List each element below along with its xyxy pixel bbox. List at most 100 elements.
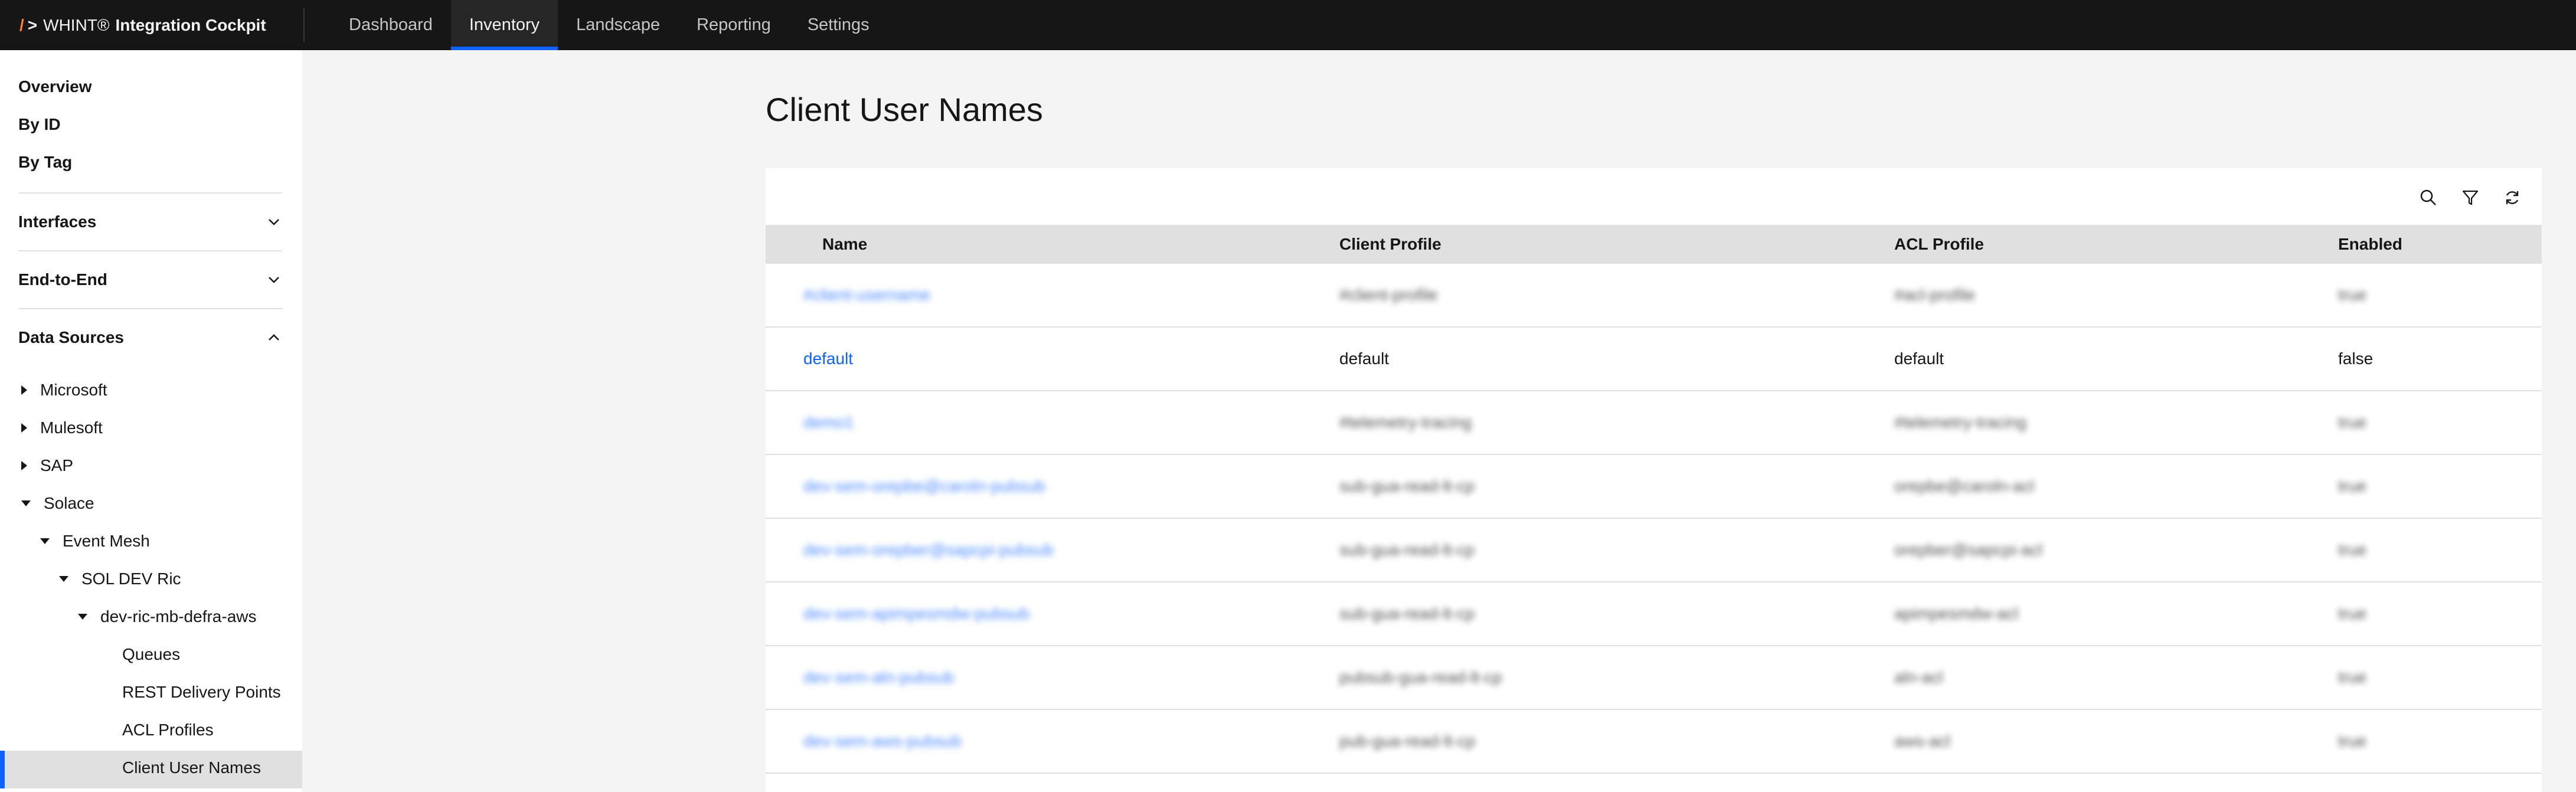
table-row[interactable]: default default default false <box>766 328 2542 391</box>
sidebar-link-by-tag[interactable]: By Tag <box>18 153 72 172</box>
brand-gt: > <box>27 15 38 34</box>
table-row[interactable]: dev-sem-orepber@sapcpi-pubsub sub-gua-re… <box>766 519 2542 582</box>
table-row[interactable]: #client-username #client-profile #acl-pr… <box>766 264 2542 328</box>
cell-acl-profile: apimpesmdw-acl <box>1894 604 2019 623</box>
tree-item-mulesoft[interactable]: Mulesoft <box>21 418 103 437</box>
sidebar-link-by-id[interactable]: By ID <box>18 115 61 134</box>
cell-name-link[interactable]: default <box>803 349 853 368</box>
tree-item-label: Event Mesh <box>63 532 150 550</box>
tree-item-label: Mulesoft <box>40 418 103 437</box>
tree-item-label: REST Delivery Points <box>122 683 281 701</box>
cell-client-profile: pub-gua-read-lt-cp <box>1339 732 1476 750</box>
tree-item-sol-dev-ric[interactable]: SOL DEV Ric <box>59 570 181 588</box>
cell-acl-profile: orepber@sapcpi-acl <box>1894 541 2042 559</box>
tree-item-solace[interactable]: Solace <box>21 494 94 513</box>
tree-item-label: Queues <box>122 645 181 663</box>
brand-name: WHINT® <box>43 15 110 34</box>
table-row[interactable]: dev-sem-orepbe@caroln-pubsub sub-gua-rea… <box>766 455 2542 519</box>
tree-item-dev-ric-mb-defra-aws[interactable]: dev-ric-mb-defra-aws <box>78 607 257 626</box>
column-header-enabled[interactable]: Enabled <box>2338 235 2402 254</box>
cell-acl-profile: #acl-profile <box>1894 286 1975 304</box>
cell-acl-profile: aws-acl <box>1894 732 1950 750</box>
caret-down-icon[interactable] <box>40 538 50 544</box>
caret-right-icon[interactable] <box>21 461 27 470</box>
brand-logo[interactable]: / > WHINT® Integration Cockpit <box>0 8 305 42</box>
tree-item-label: Solace <box>44 494 94 512</box>
tree-item-label: ACL Profiles <box>122 721 214 739</box>
tree-item-label: Microsoft <box>40 381 107 399</box>
refresh-icon[interactable] <box>2500 186 2524 210</box>
search-icon[interactable] <box>2417 186 2440 210</box>
table-row[interactable]: dev-sem-aws-pubsub pub-gua-read-lt-cp aw… <box>766 710 2542 774</box>
tree-item-sap[interactable]: SAP <box>21 456 73 475</box>
nav-reporting[interactable]: Reporting <box>678 0 789 50</box>
table-row[interactable]: dev-sem-apimpesmdw-pubsub sub-gua-read-l… <box>766 582 2542 646</box>
nav-landscape[interactable]: Landscape <box>558 0 678 50</box>
cell-acl-profile: orepbe@caroln-acl <box>1894 477 2034 495</box>
sidebar-section-label: Interfaces <box>18 212 97 231</box>
tree-item-label: Client User Names <box>122 758 261 777</box>
tree-item-client-user-names[interactable]: Client User Names <box>122 758 261 777</box>
cell-client-profile: #client-profile <box>1339 286 1438 304</box>
sidebar-section-end-to-end[interactable]: End-to-End <box>18 250 282 307</box>
caret-down-icon[interactable] <box>78 614 87 620</box>
cell-enabled: true <box>2338 732 2367 750</box>
sidebar-section-interfaces[interactable]: Interfaces <box>18 192 282 250</box>
caret-right-icon[interactable] <box>21 385 27 395</box>
cell-enabled: true <box>2338 286 2367 304</box>
tree-item-queues[interactable]: Queues <box>122 645 180 664</box>
column-header-acl-profile[interactable]: ACL Profile <box>1894 235 1984 254</box>
brand-product: Integration Cockpit <box>115 15 266 34</box>
tree-item-label: SAP <box>40 456 74 474</box>
caret-right-icon[interactable] <box>21 423 27 433</box>
cell-name-link[interactable]: #client-username <box>803 286 930 305</box>
cell-enabled: true <box>2338 604 2367 623</box>
nav-dashboard[interactable]: Dashboard <box>331 0 451 50</box>
tree-item-rest-delivery-points[interactable]: REST Delivery Points <box>122 683 281 702</box>
sidebar-section-label: Data Sources <box>18 328 124 346</box>
nav-inventory[interactable]: Inventory <box>450 0 558 50</box>
cell-enabled: true <box>2338 413 2367 431</box>
cell-name-link[interactable]: demo1 <box>803 413 854 432</box>
caret-down-icon[interactable] <box>59 576 68 582</box>
tree-item-acl-profiles[interactable]: ACL Profiles <box>122 721 214 739</box>
sidebar: Overview By ID By Tag Interfaces End-to-… <box>0 50 302 792</box>
nav-settings[interactable]: Settings <box>789 0 888 50</box>
column-header-name[interactable]: Name <box>822 235 867 254</box>
column-header-client-profile[interactable]: Client Profile <box>1339 235 1441 254</box>
tree-item-event-mesh[interactable]: Event Mesh <box>40 532 150 551</box>
cell-name-link[interactable]: dev-sem-aws-pubsub <box>803 732 962 751</box>
main-nav: Dashboard Inventory Landscape Reporting … <box>331 0 888 50</box>
cell-enabled: true <box>2338 541 2367 559</box>
cell-acl-profile: aln-acl <box>1894 668 1943 686</box>
cell-client-profile: pubsub-gua-read-lt-cp <box>1339 668 1502 686</box>
cell-client-profile: sub-gua-read-lt-cp <box>1339 477 1475 495</box>
cell-enabled: true <box>2338 668 2367 686</box>
tree-item-microsoft[interactable]: Microsoft <box>21 381 107 400</box>
chevron-down-icon <box>269 276 279 283</box>
cell-name-link[interactable]: dev-sem-aln-pubsub <box>803 668 954 687</box>
table-row[interactable]: demo1 #telemetry-tracing #telemetry-trac… <box>766 391 2542 455</box>
tree-item-label: dev-ric-mb-defra-aws <box>100 607 257 626</box>
chevron-up-icon <box>269 333 279 341</box>
tree-item-label: SOL DEV Ric <box>81 570 181 588</box>
sidebar-section-data-sources[interactable]: Data Sources <box>18 308 282 365</box>
data-table: Name Client Profile ACL Profile Enabled … <box>766 168 2542 792</box>
table-row[interactable]: dev-sem-aln-pubsub pubsub-gua-read-lt-cp… <box>766 646 2542 710</box>
filter-icon[interactable] <box>2459 186 2482 210</box>
cell-name-link[interactable]: dev-sem-orepber@sapcpi-pubsub <box>803 541 1054 559</box>
cell-client-profile: #telemetry-tracing <box>1339 413 1472 431</box>
page-title: Client User Names <box>766 91 1043 128</box>
cell-client-profile: sub-gua-read-lt-cp <box>1339 541 1475 559</box>
sidebar-section-label: End-to-End <box>18 270 107 289</box>
cell-client-profile: default <box>1339 349 1390 368</box>
cell-acl-profile: default <box>1894 349 1944 368</box>
sidebar-link-overview[interactable]: Overview <box>18 77 92 96</box>
cell-acl-profile: #telemetry-tracing <box>1894 413 2027 431</box>
cell-name-link[interactable]: dev-sem-orepbe@caroln-pubsub <box>803 477 1045 496</box>
cell-client-profile: sub-gua-read-lt-cp <box>1339 604 1475 623</box>
cell-name-link[interactable]: dev-sem-apimpesmdw-pubsub <box>803 604 1029 623</box>
cell-enabled: false <box>2338 349 2374 368</box>
caret-down-icon[interactable] <box>21 500 31 506</box>
cell-enabled: true <box>2338 477 2367 495</box>
